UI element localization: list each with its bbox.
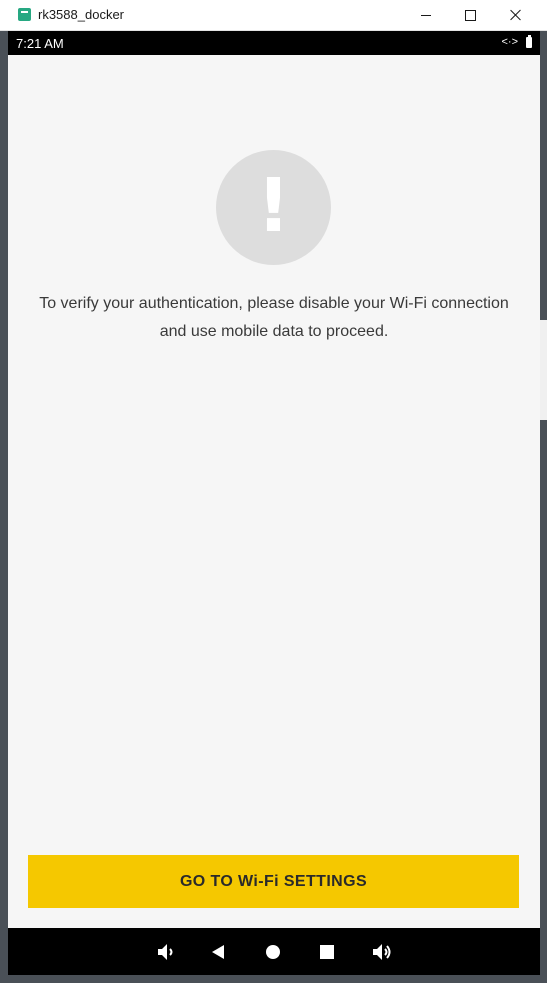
status-bar: 7:21 AM <·> [8, 31, 540, 55]
back-button[interactable] [206, 940, 230, 964]
go-to-wifi-settings-button[interactable]: GO TO Wi-Fi SETTINGS [28, 855, 519, 908]
battery-icon [526, 34, 532, 48]
recents-button[interactable] [315, 940, 339, 964]
recents-icon [320, 945, 334, 959]
desktop-background-window-edge [540, 320, 547, 420]
code-icon: <·> [501, 36, 518, 48]
desktop-background-bottom [0, 975, 547, 983]
volume-down-button[interactable] [154, 940, 178, 964]
status-clock: 7:21 AM [16, 36, 64, 51]
exclamation-glyph: ! [256, 162, 291, 249]
desktop-background-right [540, 31, 547, 983]
home-icon [266, 945, 280, 959]
volume-down-icon [158, 944, 173, 960]
minimize-button[interactable] [403, 0, 449, 30]
window-titlebar: rk3588_docker [0, 0, 547, 31]
maximize-button[interactable] [447, 0, 493, 30]
desktop-background-left [0, 31, 8, 983]
back-icon [212, 945, 224, 959]
verification-message: To verify your authentication, please di… [39, 295, 509, 340]
status-icons: <·> [501, 34, 532, 49]
minimize-icon [421, 14, 431, 16]
window-title: rk3588_docker [38, 7, 124, 22]
close-button[interactable] [493, 0, 539, 30]
volume-up-icon [373, 944, 391, 960]
maximize-icon [464, 9, 476, 21]
volume-up-button[interactable] [370, 940, 394, 964]
app-screen: ! To verify your authentication, please … [8, 55, 540, 928]
android-app-icon [18, 8, 31, 21]
home-button[interactable] [261, 940, 285, 964]
exclamation-icon: ! [216, 150, 331, 265]
navigation-bar [8, 928, 540, 975]
close-icon [510, 9, 522, 21]
